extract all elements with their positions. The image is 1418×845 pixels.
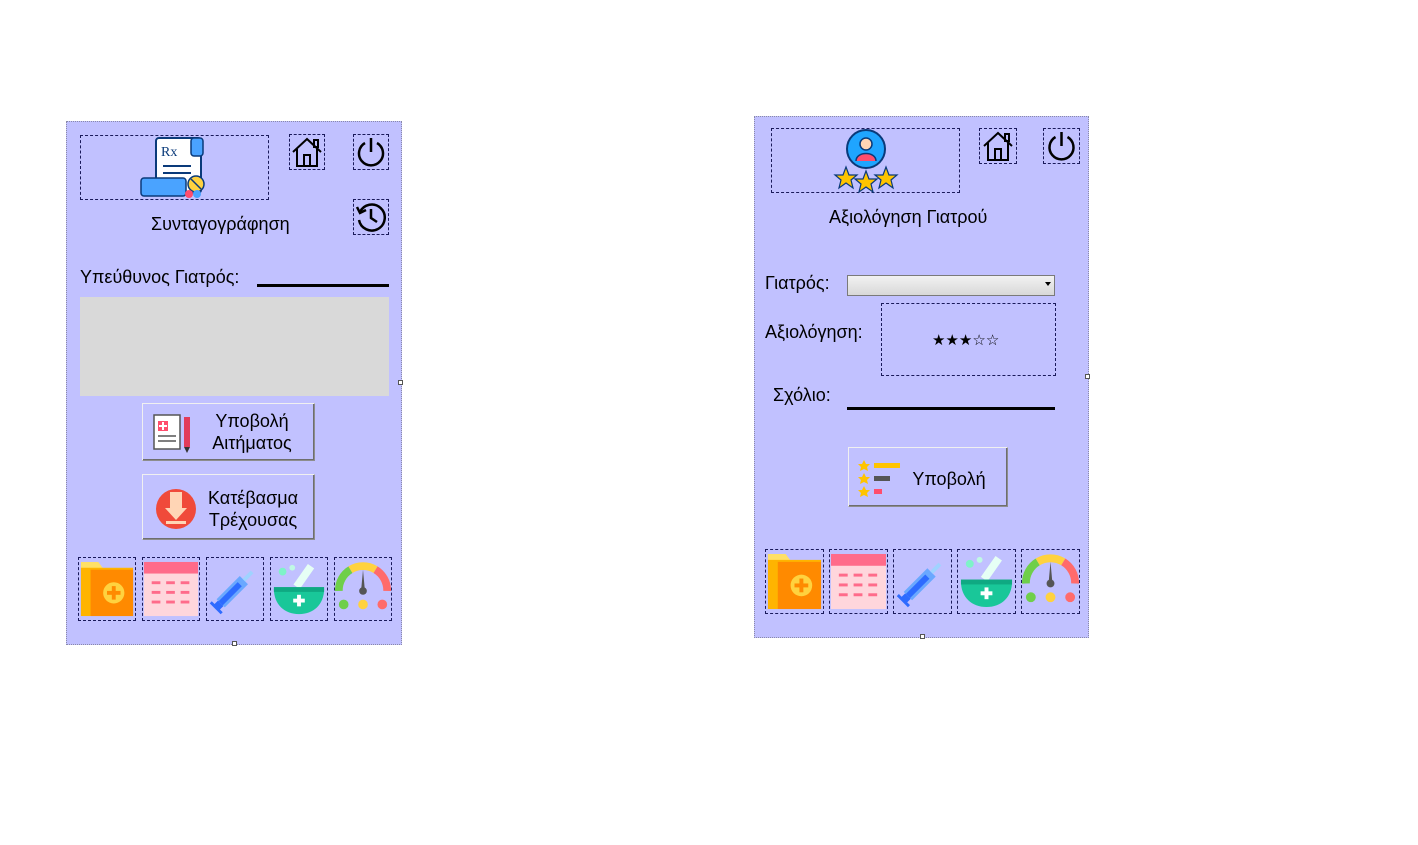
power-button[interactable] — [1043, 128, 1080, 164]
doctor-select[interactable] — [847, 275, 1055, 296]
form-title: Συνταγογράφηση — [151, 214, 290, 234]
doctor-name-field[interactable] — [257, 284, 389, 287]
calendar-nav-button[interactable] — [829, 549, 888, 614]
doctor-label: Γιατρός: — [765, 273, 830, 293]
chevron-down-icon — [1045, 282, 1051, 286]
comment-label: Σχόλιο: — [773, 385, 831, 405]
folder-nav-button[interactable] — [78, 557, 136, 621]
resize-handle-bottom[interactable] — [920, 634, 925, 639]
svg-text:Rx: Rx — [161, 145, 177, 160]
comment-field[interactable] — [847, 407, 1055, 410]
request-form-icon — [153, 414, 190, 453]
star-empty-icon[interactable]: ☆ — [972, 331, 985, 349]
prescription-icon: Rx — [80, 135, 269, 200]
satisfaction-gauge-icon — [335, 562, 391, 610]
star-filled-icon[interactable]: ★ — [945, 331, 958, 349]
submit-rating-button[interactable]: Υποβολή — [848, 447, 1008, 507]
pharmacy-nav-button[interactable] — [270, 557, 328, 621]
satisfaction-gauge-icon — [1022, 554, 1079, 603]
folder-nav-button[interactable] — [765, 549, 824, 614]
submit-request-label: Υποβολή Αιτήματος — [212, 411, 292, 453]
prescription-form: Rx Συνταγογράφηση Υπεύθυνος Γιατρός: Υπο… — [66, 121, 403, 646]
resize-handle-right[interactable] — [1085, 374, 1090, 379]
folder-icon — [767, 553, 822, 610]
form-title: Αξιολόγηση Γιατρού — [829, 207, 988, 227]
satisfaction-nav-button[interactable] — [334, 557, 392, 621]
submit-rating-label: Υποβολή — [912, 469, 986, 489]
home-icon — [292, 137, 322, 167]
power-icon — [357, 138, 385, 167]
home-icon — [983, 131, 1013, 161]
calendar-nav-button[interactable] — [142, 557, 200, 621]
star-filled-icon[interactable]: ★ — [959, 331, 972, 349]
syringe-nav-button[interactable] — [206, 557, 264, 621]
power-icon — [1048, 132, 1075, 161]
power-button[interactable] — [353, 134, 389, 170]
rating-box[interactable]: ★★★☆☆ — [881, 303, 1056, 376]
folder-icon — [80, 561, 134, 617]
home-button[interactable] — [289, 134, 325, 170]
doctor-rating-form: Αξιολόγηση Γιατρού Γιατρός: Αξιολόγηση: … — [754, 116, 1090, 639]
submit-request-button[interactable]: Υποβολή Αιτήματος — [142, 403, 315, 461]
doctor-rating-icon — [771, 128, 960, 194]
syringe-icon — [896, 562, 942, 608]
satisfaction-nav-button[interactable] — [1021, 549, 1080, 614]
syringe-icon — [209, 570, 254, 615]
download-current-button[interactable]: Κατέβασμα Τρέχουσας — [142, 474, 315, 540]
syringe-nav-button[interactable] — [893, 549, 952, 614]
prescription-textbox[interactable] — [80, 297, 389, 396]
download-icon — [156, 489, 196, 529]
star-empty-icon[interactable]: ☆ — [986, 331, 999, 349]
history-button[interactable] — [353, 199, 389, 235]
rating-list-icon — [858, 460, 900, 497]
mortar-pestle-icon — [273, 563, 325, 615]
home-button[interactable] — [979, 128, 1017, 164]
resize-handle-bottom[interactable] — [232, 641, 237, 646]
calendar-icon — [143, 561, 199, 617]
resize-handle-right[interactable] — [398, 380, 403, 385]
mortar-pestle-icon — [960, 556, 1013, 608]
doctor-label: Υπεύθυνος Γιατρός: — [80, 267, 240, 287]
star-rating[interactable]: ★★★☆☆ — [932, 331, 999, 349]
download-current-label: Κατέβασμα Τρέχουσας — [208, 488, 298, 530]
star-filled-icon[interactable]: ★ — [932, 331, 945, 349]
calendar-icon — [830, 553, 887, 610]
rating-label: Αξιολόγηση: — [765, 322, 863, 342]
pharmacy-nav-button[interactable] — [957, 549, 1016, 614]
history-icon — [355, 203, 387, 232]
